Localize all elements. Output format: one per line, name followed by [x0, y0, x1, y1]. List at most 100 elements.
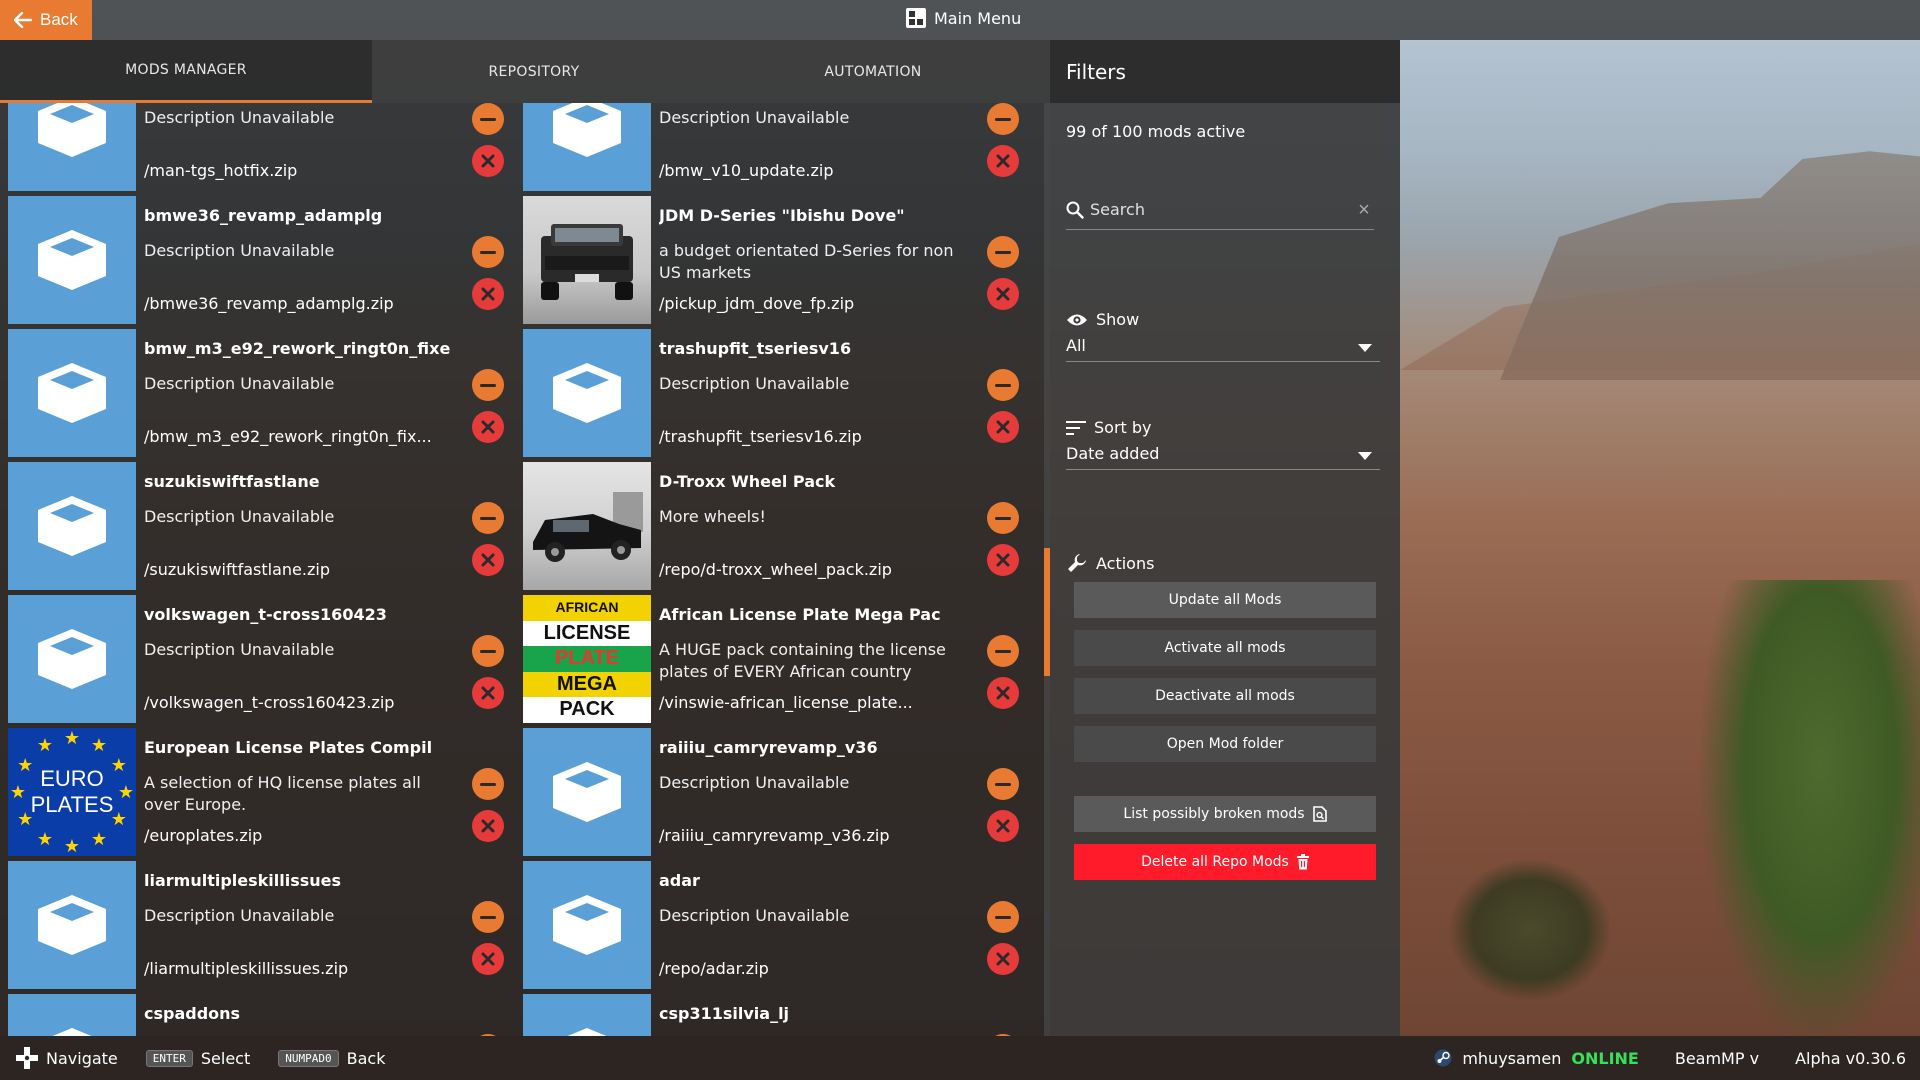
delete-mod-button[interactable]	[987, 411, 1019, 443]
show-dropdown-value: All	[1066, 336, 1086, 355]
mod-name: JDM D-Series "Ibishu Dove"	[659, 206, 905, 225]
mod-path: /raiiiu_camryrevamp_v36.zip	[659, 826, 890, 845]
deactivate-mod-button[interactable]	[987, 768, 1019, 800]
svg-text:★: ★	[91, 829, 107, 850]
delete-mod-button[interactable]	[987, 677, 1019, 709]
mods-panel: MODS MANAGER REPOSITORY AUTOMATION Descr…	[0, 40, 1050, 1036]
main-menu-button[interactable]: Main Menu	[906, 8, 1021, 28]
list-broken-mods-button[interactable]: List possibly broken mods	[1074, 796, 1376, 832]
delete-mod-button[interactable]	[987, 145, 1019, 177]
mod-path: /trashupfit_tseriesv16.zip	[659, 427, 862, 446]
package-box-icon	[38, 496, 106, 556]
activate-all-mods-button[interactable]: Activate all mods	[1074, 630, 1376, 666]
search-field[interactable]: ×	[1066, 190, 1374, 230]
package-box-icon	[553, 363, 621, 423]
mod-path: /repo/adar.zip	[659, 959, 769, 978]
delete-mod-button[interactable]	[987, 943, 1019, 975]
search-input[interactable]	[1090, 200, 1320, 219]
tab-bar: MODS MANAGER REPOSITORY AUTOMATION	[0, 40, 1050, 103]
mod-card[interactable]: bmwe36_revamp_adamplg Description Unavail…	[8, 196, 518, 324]
steam-icon	[1434, 1049, 1452, 1067]
mod-name: adar	[659, 871, 700, 890]
minus-icon	[480, 782, 496, 786]
delete-mod-button[interactable]	[472, 411, 504, 443]
thumb-text: AFRICAN	[523, 595, 651, 621]
background-mesa	[1500, 151, 1920, 380]
mod-thumbnail	[8, 103, 136, 191]
delete-mod-button[interactable]	[472, 943, 504, 975]
mod-card[interactable]: suzukiswiftfastlane Description Unavailab…	[8, 462, 518, 590]
tab-mods-manager[interactable]: MODS MANAGER	[0, 40, 372, 103]
sort-dropdown[interactable]: Date added	[1066, 438, 1380, 470]
mod-card[interactable]: volkswagen_t-cross160423 Description Unav…	[8, 595, 518, 723]
mods-list[interactable]: Description Unavailable/man-tgs_hotfix.z…	[0, 103, 1044, 1036]
deactivate-mod-button[interactable]	[472, 768, 504, 800]
delete-mod-button[interactable]	[987, 278, 1019, 310]
thumb-text: PACK	[523, 697, 651, 723]
close-icon	[996, 686, 1010, 700]
deactivate-mod-button[interactable]	[987, 901, 1019, 933]
mod-card[interactable]: adar Description Unavailable/repo/adar.zi…	[523, 861, 1033, 989]
mod-card[interactable]: liarmultipleskillissues Description Unava…	[8, 861, 518, 989]
clear-search-button[interactable]: ×	[1354, 200, 1374, 220]
show-dropdown[interactable]: All	[1066, 330, 1380, 362]
button-label: Update all Mods	[1168, 592, 1282, 608]
beammp-version: BeamMP v	[1674, 1048, 1760, 1068]
deactivate-mod-button[interactable]	[472, 103, 504, 135]
deactivate-mod-button[interactable]	[472, 635, 504, 667]
deactivate-mod-button[interactable]	[987, 236, 1019, 268]
deactivate-mod-button[interactable]	[987, 103, 1019, 135]
mod-card[interactable]: csp311silvia_ljDescription Unavailable	[523, 994, 1033, 1036]
deactivate-mod-button[interactable]	[472, 901, 504, 933]
delete-all-repo-mods-button[interactable]: Delete all Repo Mods	[1074, 844, 1376, 880]
deactivate-mod-button[interactable]	[987, 635, 1019, 667]
deactivate-mod-button[interactable]	[987, 502, 1019, 534]
package-box-icon	[553, 103, 621, 157]
open-mod-folder-button[interactable]: Open Mod folder	[1074, 726, 1376, 762]
actions-label: Actions	[1096, 553, 1155, 573]
back-button[interactable]: Back	[0, 0, 92, 40]
update-all-mods-button[interactable]: Update all Mods	[1074, 582, 1376, 618]
mod-thumbnail	[523, 329, 651, 457]
mod-name: volkswagen_t-cross160423	[144, 605, 387, 624]
mod-card[interactable]: trashupfit_tseriesv16 Description Unavail…	[523, 329, 1033, 457]
mod-card[interactable]: ★ ★ ★ ★ ★ ★ ★ ★ ★ ★ ★ ★ EURO PLATES European License P…	[8, 728, 518, 856]
mod-card[interactable]: D-Troxx Wheel Pack More wheels! /repo/d-tr…	[523, 462, 1033, 590]
deactivate-mod-button[interactable]	[472, 236, 504, 268]
delete-mod-button[interactable]	[987, 544, 1019, 576]
minus-icon	[480, 649, 496, 653]
delete-mod-button[interactable]	[472, 810, 504, 842]
tab-automation[interactable]: AUTOMATION	[696, 40, 1050, 103]
delete-mod-button[interactable]	[472, 544, 504, 576]
sort-label: Sort by	[1094, 418, 1152, 437]
button-label: Open Mod folder	[1166, 736, 1284, 752]
delete-mod-button[interactable]	[472, 278, 504, 310]
mod-description: Description Unavailable	[659, 773, 850, 792]
deactivate-mod-button[interactable]	[472, 502, 504, 534]
mod-card[interactable]: cspaddonsDescription Unavailable	[8, 994, 518, 1036]
mod-path: /repo/d-troxx_wheel_pack.zip	[659, 560, 892, 579]
mod-card[interactable]: Description Unavailable/bmw_v10_update.z…	[523, 103, 1033, 191]
mod-card[interactable]: JDM D-Series "Ibishu Dove" a budget orien…	[523, 196, 1033, 324]
package-box-icon	[553, 762, 621, 822]
search-icon	[1066, 201, 1084, 219]
mod-card[interactable]: Description Unavailable/man-tgs_hotfix.z…	[8, 103, 518, 191]
background-tree	[1700, 580, 1920, 1040]
delete-mod-button[interactable]	[472, 677, 504, 709]
close-icon	[996, 553, 1010, 567]
mod-card[interactable]: bmw_m3_e92_rework_ringt0n_fixe Descriptio…	[8, 329, 518, 457]
close-icon	[996, 287, 1010, 301]
mod-thumbnail	[8, 329, 136, 457]
mod-card[interactable]: AFRICAN LICENSE PLATE MEGA PACK African Licen…	[523, 595, 1033, 723]
delete-mod-button[interactable]	[987, 810, 1019, 842]
package-box-icon	[553, 895, 621, 955]
tab-repository[interactable]: REPOSITORY	[372, 40, 696, 103]
mod-description: Description Unavailable	[659, 374, 850, 393]
deactivate-mod-button[interactable]	[472, 369, 504, 401]
deactivate-all-mods-button[interactable]: Deactivate all mods	[1074, 678, 1376, 714]
delete-mod-button[interactable]	[472, 145, 504, 177]
package-box-icon	[52, 1028, 92, 1036]
mod-path: /bmw_v10_update.zip	[659, 161, 834, 180]
mod-card[interactable]: raiiiu_camryrevamp_v36 Description Unavai…	[523, 728, 1033, 856]
deactivate-mod-button[interactable]	[987, 369, 1019, 401]
